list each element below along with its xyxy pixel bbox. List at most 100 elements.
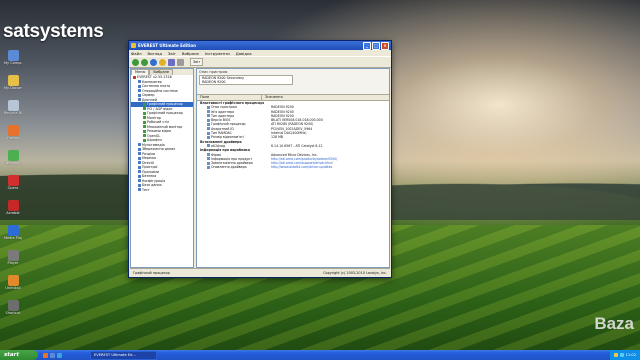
desktop-icon[interactable]: Opera [4, 175, 22, 190]
tree-item-icon [143, 129, 146, 133]
firefox-icon[interactable] [43, 352, 48, 358]
tray-icon[interactable] [613, 353, 618, 357]
row-icon [207, 165, 210, 169]
toolbar: Звіт [129, 56, 391, 68]
tree-item-icon [138, 179, 141, 183]
desktop-icon-label: Network [5, 161, 21, 165]
tree-item[interactable]: Тест [131, 188, 193, 193]
desktop-icon[interactable]: Acrobat [4, 200, 22, 215]
menu-item[interactable]: Довідка [236, 51, 252, 56]
tray-icon[interactable] [619, 353, 624, 357]
tree-item-icon [143, 125, 146, 129]
row-icon [207, 135, 210, 139]
tree-item-icon [138, 80, 141, 84]
window-body: Меню Вибране EVEREST v2.55.1316 Компьютер… [130, 68, 390, 268]
clock[interactable]: 11:02 [626, 353, 636, 357]
brand-overlay: satsystems [3, 21, 104, 42]
desktop-icon[interactable]: Recycle Bin [4, 100, 22, 115]
tree-item-icon [138, 170, 141, 174]
forward-icon[interactable] [141, 58, 148, 66]
row-icon [207, 105, 210, 109]
menu-item[interactable]: Інструменти [205, 51, 230, 56]
tree-item-icon [143, 102, 146, 106]
device-list[interactable]: RADEON 9200 Secondary RADEON 9200 [199, 75, 293, 85]
column-field[interactable]: Поле [197, 95, 262, 100]
status-copyright: Copyright (c) 2003-2010 Lavalys, Inc. [323, 270, 387, 275]
window-titlebar[interactable]: EVEREST Ultimate Edition _ □ × [129, 41, 391, 50]
desktop-icon[interactable]: Network [4, 150, 22, 165]
desktop-icon[interactable]: Firefox [4, 125, 22, 140]
desktop-icon-label: Media Player [4, 236, 22, 240]
tree-nodes: EVEREST v2.55.1316 Компьютер Системна плат… [131, 75, 193, 192]
tree-item-icon [143, 107, 146, 111]
taskbar-item-everest[interactable]: EVEREST Ultimate Ed... [90, 350, 157, 360]
desktop-icon-label: Opera [7, 186, 19, 190]
row-icon [207, 118, 210, 122]
menu-item[interactable]: Вибране [182, 51, 199, 56]
system-tray: 11:02 [609, 350, 640, 360]
tree-item-icon [138, 143, 141, 147]
desktop-icon[interactable]: My Computer [4, 50, 22, 65]
tree-item-icon [138, 188, 141, 192]
report-icon[interactable] [168, 58, 175, 66]
tree-item-icon [138, 93, 141, 97]
report-button[interactable]: Звіт [190, 58, 204, 66]
tree-item-icon [138, 161, 141, 165]
column-value[interactable]: Значення [262, 95, 389, 100]
tree-item-icon [138, 84, 141, 88]
maximize-button[interactable]: □ [372, 41, 380, 50]
grid-rows: Властивості графічного процесора Опис при… [197, 101, 389, 170]
desktop-icon[interactable]: Shortcut [4, 300, 22, 315]
navigation-tree: Меню Вибране EVEREST v2.55.1316 Компьютер… [130, 68, 194, 268]
desktop-icon-label: Shortcut [5, 311, 21, 315]
row-icon [207, 157, 210, 161]
desktop-icon-label: My Documents [4, 86, 22, 90]
desktop-icon-image [7, 275, 19, 286]
explorer-icon[interactable] [50, 352, 55, 358]
start-button[interactable]: start [0, 350, 38, 360]
close-button[interactable]: × [381, 41, 389, 50]
minimize-button[interactable]: _ [363, 41, 371, 50]
menu-item[interactable]: Звіт [168, 51, 176, 56]
device-item[interactable]: RADEON 9200 [202, 80, 292, 84]
details-pane: Опис пристрою RADEON 9200 Secondary RADE… [196, 68, 390, 268]
desktop-icon[interactable]: Uninstall [4, 275, 22, 290]
device-description-box: Опис пристрою RADEON 9200 Secondary RADE… [197, 69, 389, 95]
desktop-icon[interactable]: Media Player [4, 225, 22, 240]
row-icon [207, 127, 210, 131]
desktop-icon-label: Uninstall [5, 286, 21, 290]
field-cell: Оновлення драйвера [197, 165, 271, 169]
tree-item-icon [133, 75, 136, 79]
row-icon [207, 161, 210, 165]
device-box-label: Опис пристрою [199, 70, 228, 74]
desktop-icon-image [7, 250, 19, 261]
desktop-icon-image [7, 300, 19, 311]
refresh-icon[interactable] [159, 58, 166, 66]
menu-item[interactable]: Файл [131, 51, 142, 56]
back-icon[interactable] [132, 58, 139, 66]
tree-item-icon [138, 156, 141, 160]
tree-item-icon [143, 138, 146, 142]
media-icon[interactable] [57, 352, 62, 358]
settings-icon[interactable] [177, 58, 184, 66]
desktop-icon[interactable]: Player [4, 250, 22, 265]
desktop-icon-label: Recycle Bin [4, 111, 22, 115]
status-bar: Графічний процесор Copyright (c) 2003-20… [130, 268, 390, 276]
table-row[interactable]: Оновлення драйвера http://www.aida64.com/… [197, 165, 389, 169]
desktop-icon-label: My Computer [4, 61, 22, 65]
tree-item-icon [138, 147, 141, 151]
tree-item-icon [143, 116, 146, 120]
tree-item-icon [143, 111, 146, 115]
quick-launch [43, 352, 62, 358]
app-icon [131, 43, 136, 48]
up-icon[interactable] [150, 58, 157, 66]
value-link[interactable]: http://www.aida64.com/driver-updates [271, 165, 389, 169]
tree-item-icon [138, 152, 141, 156]
desktop-icon-image [7, 75, 19, 86]
tree-item-icon [143, 120, 146, 124]
window-title: EVEREST Ultimate Edition [138, 43, 197, 48]
menu-item[interactable]: Вигляд [148, 51, 162, 56]
desktop-icon[interactable]: My Documents [4, 75, 22, 90]
status-left: Графічний процесор [133, 270, 170, 275]
tree-item-icon [138, 98, 141, 102]
